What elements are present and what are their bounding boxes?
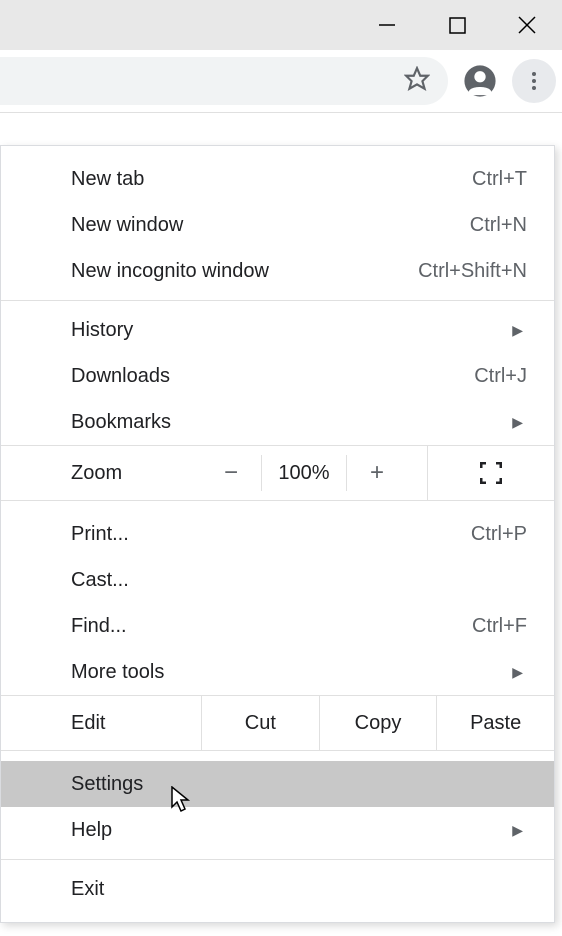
menu-separator — [1, 300, 554, 301]
zoom-in-button[interactable]: + — [347, 459, 407, 487]
menu-new-incognito[interactable]: New incognito window Ctrl+Shift+N — [1, 248, 554, 294]
menu-shortcut: Ctrl+T — [472, 168, 527, 191]
menu-shortcut: Ctrl+F — [472, 615, 527, 638]
menu-settings[interactable]: Settings — [1, 761, 554, 807]
menu-label: Help — [71, 819, 112, 842]
menu-print[interactable]: Print... Ctrl+P — [1, 511, 554, 557]
menu-label: Settings — [71, 773, 143, 796]
menu-label: New incognito window — [71, 260, 269, 283]
menu-history[interactable]: History ▶ — [1, 307, 554, 353]
menu-exit[interactable]: Exit — [1, 866, 554, 912]
menu-find[interactable]: Find... Ctrl+F — [1, 603, 554, 649]
main-menu: New tab Ctrl+T New window Ctrl+N New inc… — [0, 145, 555, 923]
address-bar[interactable] — [0, 57, 448, 105]
copy-button[interactable]: Copy — [319, 695, 437, 751]
menu-separator — [1, 859, 554, 860]
menu-label: History — [71, 319, 133, 342]
star-icon[interactable] — [404, 66, 430, 97]
chevron-right-icon: ▶ — [512, 414, 523, 431]
chevron-right-icon: ▶ — [512, 822, 523, 839]
zoom-label: Zoom — [71, 462, 201, 485]
menu-label: New tab — [71, 168, 144, 191]
menu-label: New window — [71, 214, 183, 237]
minimize-button[interactable] — [352, 0, 422, 50]
browser-toolbar — [0, 50, 562, 113]
menu-label: Bookmarks — [71, 411, 171, 434]
menu-label: Cast... — [71, 569, 129, 592]
menu-label: Downloads — [71, 365, 170, 388]
window-titlebar — [0, 0, 562, 50]
profile-button[interactable] — [458, 59, 502, 103]
menu-shortcut: Ctrl+P — [471, 523, 527, 546]
menu-label: Exit — [71, 878, 104, 901]
zoom-value: 100% — [261, 455, 347, 491]
menu-bookmarks[interactable]: Bookmarks ▶ — [1, 399, 554, 445]
menu-help[interactable]: Help ▶ — [1, 807, 554, 853]
menu-label: Print... — [71, 523, 129, 546]
menu-label: Find... — [71, 615, 127, 638]
fullscreen-button[interactable] — [427, 445, 554, 501]
edit-label: Edit — [71, 712, 201, 735]
chevron-right-icon: ▶ — [512, 322, 523, 339]
chevron-right-icon: ▶ — [512, 664, 523, 681]
zoom-out-button[interactable]: − — [201, 459, 261, 487]
menu-shortcut: Ctrl+N — [470, 214, 527, 237]
cut-button[interactable]: Cut — [201, 695, 319, 751]
maximize-button[interactable] — [422, 0, 492, 50]
close-window-button[interactable] — [492, 0, 562, 50]
paste-button[interactable]: Paste — [436, 695, 554, 751]
more-menu-button[interactable] — [512, 59, 556, 103]
menu-shortcut: Ctrl+J — [474, 365, 527, 388]
menu-label: More tools — [71, 661, 164, 684]
menu-cast[interactable]: Cast... — [1, 557, 554, 603]
menu-downloads[interactable]: Downloads Ctrl+J — [1, 353, 554, 399]
menu-new-window[interactable]: New window Ctrl+N — [1, 202, 554, 248]
menu-edit-row: Edit Cut Copy Paste — [1, 695, 554, 751]
menu-more-tools[interactable]: More tools ▶ — [1, 649, 554, 695]
menu-new-tab[interactable]: New tab Ctrl+T — [1, 156, 554, 202]
menu-shortcut: Ctrl+Shift+N — [418, 260, 527, 283]
menu-zoom-row: Zoom − 100% + — [1, 445, 554, 501]
